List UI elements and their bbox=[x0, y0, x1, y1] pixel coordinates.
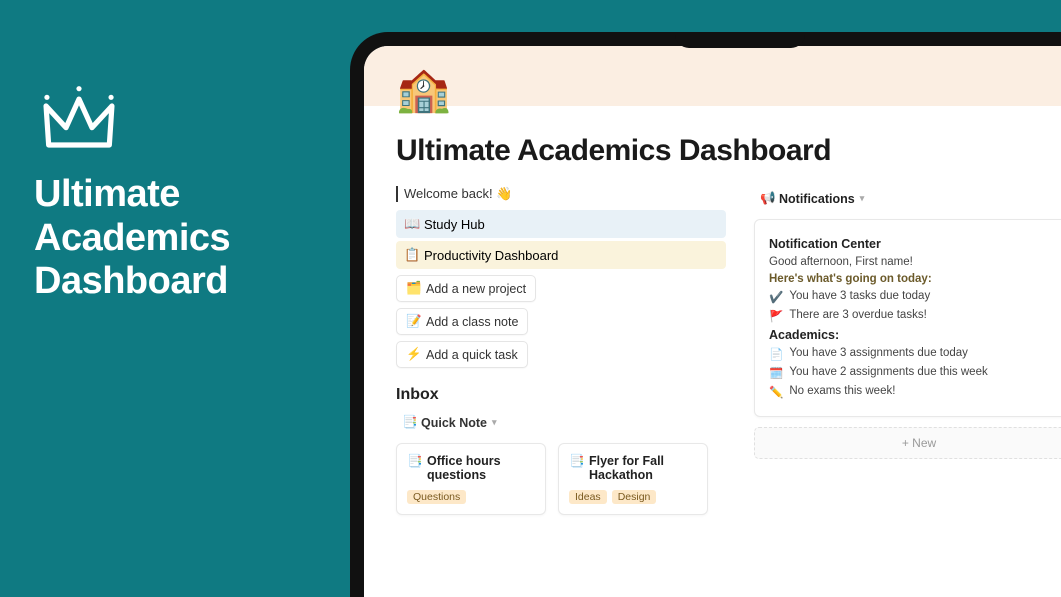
notification-item: 🚩 There are 3 overdue tasks! bbox=[769, 309, 1061, 323]
calendar-icon: 🗓️ bbox=[769, 366, 783, 380]
page-emoji-icon[interactable]: 🏫 bbox=[396, 68, 451, 112]
card-tag[interactable]: Design bbox=[612, 490, 657, 504]
folder-icon: 🗂️ bbox=[406, 281, 420, 296]
inbox-heading: Inbox bbox=[396, 386, 726, 404]
button-label: Add a new project bbox=[426, 282, 526, 296]
card-title-text: Flyer for Fall Hackathon bbox=[589, 454, 697, 482]
clipboard-icon: 📋 bbox=[404, 247, 418, 263]
check-icon: ✔️ bbox=[769, 290, 783, 304]
button-label: Add a quick task bbox=[426, 348, 518, 362]
notification-academics-heading: Academics: bbox=[769, 328, 1061, 342]
notification-center-card[interactable]: Notification Center Good afternoon, Firs… bbox=[754, 219, 1061, 417]
chevron-down-icon: ▾ bbox=[860, 193, 865, 204]
laptop-frame: 🏫 Ultimate Academics Dashboard Welcome b… bbox=[350, 32, 1061, 597]
notification-center-title: Notification Center bbox=[769, 237, 1061, 251]
nav-productivity-dashboard[interactable]: 📋 Productivity Dashboard bbox=[396, 241, 726, 269]
laptop-notch bbox=[675, 32, 805, 48]
add-class-note-button[interactable]: 📝 Add a class note bbox=[396, 308, 528, 335]
doc-icon: 📑 bbox=[407, 454, 421, 469]
notification-item: 🗓️ You have 2 assignments due this week bbox=[769, 366, 1061, 380]
notification-item: 📄 You have 3 assignments due today bbox=[769, 347, 1061, 361]
note-icon: 📝 bbox=[406, 314, 420, 329]
notification-item: ✔️ You have 3 tasks due today bbox=[769, 290, 1061, 304]
button-label: Add a class note bbox=[426, 315, 518, 329]
quick-note-view-toggle[interactable]: 📑 Quick Note ▾ bbox=[396, 412, 503, 433]
welcome-text: Welcome back! 👋 bbox=[396, 186, 726, 202]
book-icon: 📖 bbox=[404, 216, 418, 232]
app-screen: 🏫 Ultimate Academics Dashboard Welcome b… bbox=[364, 46, 1061, 597]
add-project-button[interactable]: 🗂️ Add a new project bbox=[396, 275, 536, 302]
megaphone-icon: 📢 bbox=[760, 191, 774, 206]
promo-panel: Ultimate Academics Dashboard bbox=[34, 80, 230, 304]
new-notification-button[interactable]: + New bbox=[754, 427, 1061, 459]
chevron-down-icon: ▾ bbox=[492, 417, 497, 428]
inbox-card[interactable]: 📑 Flyer for Fall Hackathon Ideas Design bbox=[558, 443, 708, 515]
paper-icon: 📄 bbox=[769, 347, 783, 361]
nav-label: Study Hub bbox=[424, 217, 485, 232]
notification-today-heading: Here's what's going on today: bbox=[769, 273, 1061, 285]
pencil-icon: ✏️ bbox=[769, 385, 783, 399]
card-tag[interactable]: Ideas bbox=[569, 490, 607, 504]
doc-icon: 📑 bbox=[402, 415, 416, 430]
notification-item: ✏️ No exams this week! bbox=[769, 385, 1061, 399]
card-title-text: Office hours questions bbox=[427, 454, 535, 482]
flag-icon: 🚩 bbox=[769, 309, 783, 323]
nav-study-hub[interactable]: 📖 Study Hub bbox=[396, 210, 726, 238]
quick-note-label: Quick Note bbox=[421, 416, 487, 430]
add-quick-task-button[interactable]: ⚡ Add a quick task bbox=[396, 341, 528, 368]
page-title: Ultimate Academics Dashboard bbox=[396, 134, 1061, 168]
notifications-label: Notifications bbox=[779, 192, 855, 206]
promo-title: Ultimate Academics Dashboard bbox=[34, 173, 230, 304]
lightning-icon: ⚡ bbox=[406, 347, 420, 362]
notifications-view-toggle[interactable]: 📢 Notifications ▾ bbox=[754, 188, 870, 209]
main-left-column: Welcome back! 👋 📖 Study Hub 📋 Productivi… bbox=[396, 186, 726, 515]
doc-icon: 📑 bbox=[569, 454, 583, 469]
inbox-cards: 📑 Office hours questions Questions 📑 Fly… bbox=[396, 443, 726, 515]
nav-label: Productivity Dashboard bbox=[424, 248, 558, 263]
card-tag[interactable]: Questions bbox=[407, 490, 466, 504]
inbox-card[interactable]: 📑 Office hours questions Questions bbox=[396, 443, 546, 515]
main-right-column: 📢 Notifications ▾ Notification Center Go… bbox=[754, 186, 1061, 459]
page-cover bbox=[364, 46, 1061, 106]
notification-greeting: Good afternoon, First name! bbox=[769, 256, 1061, 268]
crown-icon bbox=[34, 80, 124, 158]
